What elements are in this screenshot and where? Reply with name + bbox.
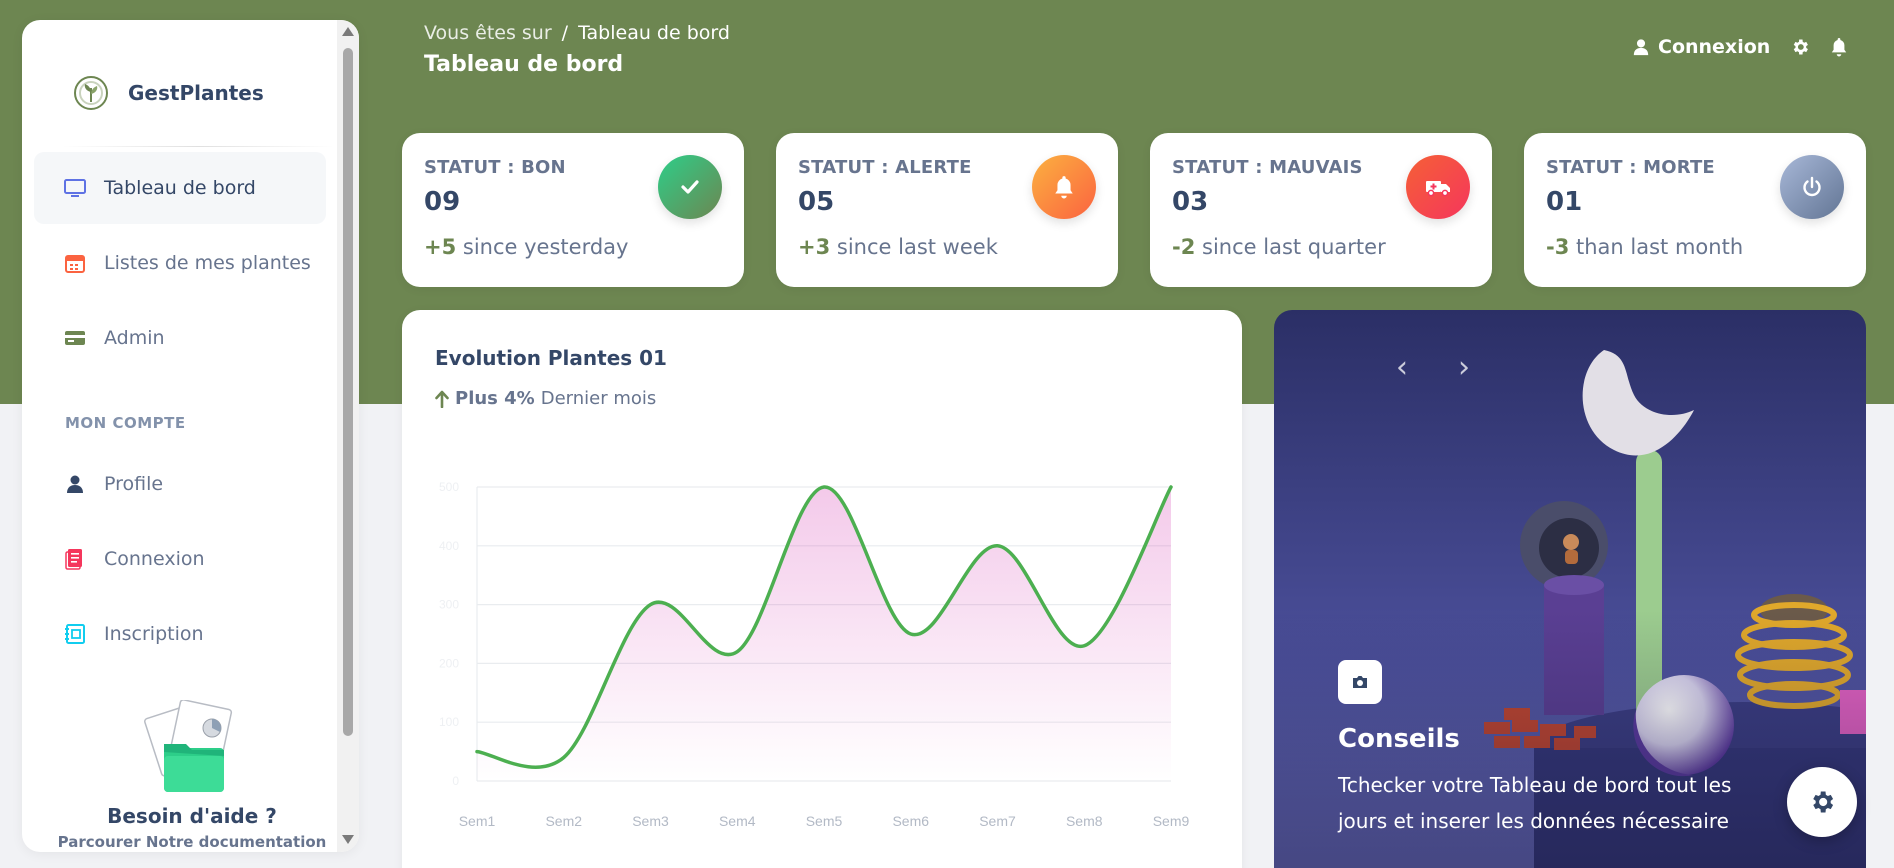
stat-card-morte: STATUT : MORTE 01 -3 than last month: [1524, 133, 1866, 287]
stat-card-mauvais: STATUT : MAUVAIS 03 -2 since last quarte…: [1150, 133, 1492, 287]
stat-card-alerte: STATUT : ALERTE 05 +3 since last week: [776, 133, 1118, 287]
stat-value: 01: [1546, 187, 1583, 217]
y-tick-label: 400: [439, 539, 459, 553]
scroll-up-arrow-icon[interactable]: [342, 27, 354, 36]
sidebar-item-label: Tableau de bord: [104, 177, 256, 199]
carousel-title: Conseils: [1338, 724, 1460, 754]
sidebar-item-label: Inscription: [104, 623, 204, 645]
x-tick-label: Sem1: [459, 813, 496, 829]
stat-footer: +5 since yesterday: [424, 235, 628, 259]
power-icon: [1780, 155, 1844, 219]
sidebar: GestPlantes Tableau de bord Listes de me…: [22, 20, 359, 852]
stat-delta: -2: [1172, 235, 1196, 259]
stat-label: STATUT : BON: [424, 157, 566, 178]
camera-icon: [1338, 660, 1382, 704]
sidebar-item-label: Listes de mes plantes: [104, 252, 311, 274]
x-tick-label: Sem3: [632, 813, 669, 829]
sidebar-item-label: Admin: [104, 327, 165, 349]
document-icon: [64, 548, 86, 570]
x-tick-label: Sem5: [806, 813, 843, 829]
divider: [62, 146, 334, 147]
login-link[interactable]: Connexion: [1632, 36, 1770, 58]
sidebar-item-listes-plantes[interactable]: Listes de mes plantes: [34, 227, 326, 299]
x-tick-label: Sem6: [892, 813, 929, 829]
notebook-icon: [64, 623, 86, 645]
help-title: Besoin d'aide ?: [107, 804, 277, 828]
ambulance-icon: [1406, 155, 1470, 219]
stat-footer: -2 since last quarter: [1172, 235, 1386, 259]
stat-footer-text: since yesterday: [462, 235, 629, 259]
carousel-text: Tchecker votre Tableau de bord tout les …: [1338, 773, 1732, 833]
stat-value: 09: [424, 187, 461, 217]
login-label: Connexion: [1658, 36, 1771, 58]
calendar-icon: [64, 252, 86, 274]
stat-footer: -3 than last month: [1546, 235, 1743, 259]
brand-name: GestPlantes: [128, 81, 264, 105]
stat-value: 03: [1172, 187, 1209, 217]
documentation-folder-icon: [144, 700, 233, 792]
gear-icon: [1813, 791, 1834, 813]
stat-delta: +3: [798, 235, 831, 259]
stat-label: STATUT : ALERTE: [798, 157, 972, 178]
stat-footer-text: since last quarter: [1202, 235, 1386, 259]
stat-label: STATUT : MORTE: [1546, 157, 1715, 178]
stat-footer-text: since last week: [836, 235, 998, 259]
sidebar-item-profile[interactable]: Profile: [34, 448, 326, 520]
x-tick-label: Sem4: [719, 813, 756, 829]
chart-card: Evolution Plantes 01 Plus 4% Dernier moi…: [402, 310, 1242, 868]
scroll-down-arrow-icon[interactable]: [342, 835, 354, 844]
x-tick-label: Sem8: [1066, 813, 1103, 829]
help-panel: Besoin d'aide ? Parcourer Notre document…: [42, 700, 342, 852]
section-title: MON COMPTE: [65, 414, 186, 432]
brand[interactable]: GestPlantes: [72, 60, 264, 126]
x-tick-label: Sem7: [979, 813, 1016, 829]
line-chart[interactable]: 0 100 200 300 400 500 Sem1 Sem2 Sem3 Sem4 Sem5 Sem6…: [402, 310, 1242, 868]
carousel-prev-button[interactable]: ‹: [1396, 350, 1408, 385]
top-navbar: Connexion: [1632, 36, 1848, 58]
check-icon: [658, 155, 722, 219]
settings-fab-button[interactable]: [1787, 767, 1857, 837]
plant-logo-icon: [74, 76, 108, 110]
credit-card-icon: [64, 327, 86, 349]
y-tick-label: 300: [439, 598, 459, 612]
breadcrumb-prefix[interactable]: Vous êtes sur: [424, 22, 552, 44]
stat-footer-text: than last month: [1576, 235, 1744, 259]
y-tick-label: 200: [439, 656, 459, 670]
carousel-next-button[interactable]: ›: [1458, 350, 1470, 385]
page-title: Tableau de bord: [424, 52, 624, 77]
sidebar-item-connexion[interactable]: Connexion: [34, 523, 326, 595]
y-tick-label: 100: [439, 715, 459, 729]
stat-delta: +5: [424, 235, 457, 259]
sidebar-item-label: Profile: [104, 473, 164, 495]
gear-icon[interactable]: [1790, 37, 1810, 57]
stat-card-bon: STATUT : BON 09 +5 since yesterday: [402, 133, 744, 287]
sidebar-item-admin[interactable]: Admin: [34, 302, 326, 374]
y-tick-label: 500: [439, 480, 459, 494]
user-icon: [64, 473, 86, 495]
bell-icon: [1032, 155, 1096, 219]
sidebar-item-label: Connexion: [104, 548, 205, 570]
stat-label: STATUT : MAUVAIS: [1172, 157, 1363, 178]
x-tick-label: Sem9: [1153, 813, 1190, 829]
user-icon: [1633, 39, 1649, 56]
sidebar-scrollbar[interactable]: [337, 20, 359, 852]
stat-footer: +3 since last week: [798, 235, 998, 259]
sidebar-item-inscription[interactable]: Inscription: [34, 598, 326, 670]
tips-carousel[interactable]: ‹ › Conseils Tchecker votre Tableau de b…: [1274, 310, 1866, 868]
bell-icon[interactable]: [1830, 37, 1848, 57]
stat-value: 05: [798, 187, 835, 217]
breadcrumb: Vous êtes sur / Tableau de bord: [424, 22, 730, 44]
y-tick-label: 0: [452, 774, 459, 788]
scroll-thumb[interactable]: [343, 48, 353, 736]
x-tick-label: Sem2: [545, 813, 582, 829]
stat-delta: -3: [1546, 235, 1570, 259]
breadcrumb-separator: /: [561, 22, 569, 44]
monitor-icon: [64, 177, 86, 199]
sidebar-item-tableau-de-bord[interactable]: Tableau de bord: [34, 152, 326, 224]
documentation-link[interactable]: Parcourer Notre documentation: [42, 832, 342, 852]
breadcrumb-current: Tableau de bord: [578, 22, 730, 44]
